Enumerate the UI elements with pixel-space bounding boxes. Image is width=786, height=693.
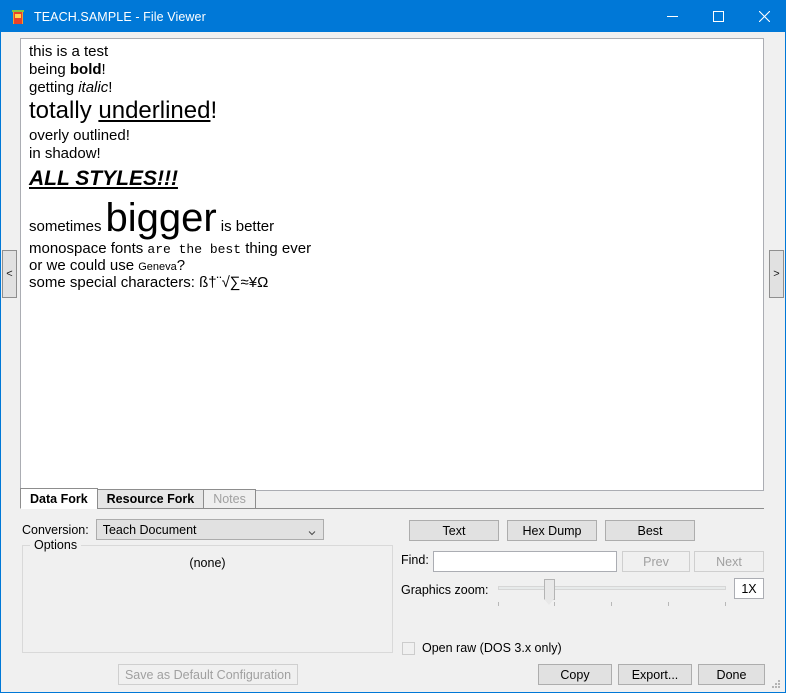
text-button[interactable]: Text <box>409 520 499 541</box>
tab-resource-fork[interactable]: Resource Fork <box>96 489 205 509</box>
doc-line-10: or we could use Geneva? <box>29 258 755 273</box>
doc-line-8-suffix: is better <box>220 218 275 235</box>
graphics-zoom-slider[interactable] <box>498 577 726 606</box>
slider-track <box>498 586 726 590</box>
prev-file-button[interactable]: < <box>2 250 17 298</box>
window-title: TEACH.SAMPLE - File Viewer <box>34 9 206 24</box>
find-label: Find: <box>401 553 429 567</box>
file-viewer-window: TEACH.SAMPLE - File Viewer this is a tes… <box>0 0 786 693</box>
doc-line-6: in shadow! <box>29 145 101 162</box>
doc-line-3-italic: italic <box>78 79 109 96</box>
window-controls <box>649 1 785 32</box>
doc-line-7: ALL STYLES!!! <box>29 167 178 190</box>
document-viewer: this is a test being bold! getting itali… <box>20 38 764 491</box>
slider-thumb[interactable] <box>544 579 555 605</box>
conversion-value: Teach Document <box>102 522 197 537</box>
maximize-icon[interactable] <box>695 1 741 32</box>
close-icon[interactable] <box>741 1 785 32</box>
minimize-icon[interactable] <box>649 1 695 32</box>
doc-line-3-suffix: ! <box>108 79 113 96</box>
open-raw-row[interactable]: Open raw (DOS 3.x only) <box>402 641 562 655</box>
chevron-down-icon <box>308 526 316 535</box>
tab-data-fork[interactable]: Data Fork <box>20 488 98 509</box>
tab-notes[interactable]: Notes <box>203 489 256 509</box>
slider-ticks <box>498 602 726 606</box>
find-next-button[interactable]: Next <box>694 551 764 572</box>
doc-line-2: being bold! <box>29 62 755 77</box>
doc-line-3: getting italic! <box>29 80 755 95</box>
fork-tabs: Data Fork Resource Fork Notes <box>20 488 764 509</box>
doc-line-10-suffix: ? <box>176 257 186 274</box>
find-input[interactable] <box>433 551 617 572</box>
doc-line-5: overly outlined! <box>29 127 130 144</box>
graphics-zoom-label: Graphics zoom: <box>401 583 489 597</box>
doc-line-2-prefix: being <box>29 61 70 78</box>
copy-button[interactable]: Copy <box>538 664 612 685</box>
conversion-select[interactable]: Teach Document <box>95 519 324 540</box>
doc-line-8-prefix: sometimes <box>29 218 102 235</box>
doc-line-4-underline: underlined <box>98 97 211 124</box>
doc-line-9-prefix: monospace fonts <box>29 240 148 257</box>
client-area: this is a test being bold! getting itali… <box>1 32 785 692</box>
doc-line-10-geneva: Geneva <box>138 261 177 273</box>
options-content: (none) <box>189 556 226 570</box>
doc-line-2-suffix: ! <box>101 61 106 78</box>
conversion-label: Conversion: <box>22 522 89 537</box>
options-legend: Options <box>30 538 82 552</box>
doc-line-8-big: bigger <box>105 196 217 240</box>
next-file-button[interactable]: > <box>769 250 784 298</box>
conversion-row: Conversion: Teach Document <box>22 519 324 540</box>
doc-line-8: sometimes bigger is better <box>29 196 755 240</box>
document-content: this is a test being bold! getting itali… <box>21 39 763 290</box>
find-prev-button[interactable]: Prev <box>622 551 690 572</box>
doc-line-11: some special characters: ß†¨√∑≈¥Ω <box>29 274 269 291</box>
save-default-configuration-button[interactable]: Save as Default Configuration <box>118 664 298 685</box>
done-button[interactable]: Done <box>698 664 765 685</box>
doc-line-2-bold: bold <box>69 61 102 78</box>
resize-grip[interactable] <box>770 678 782 690</box>
doc-line-4-prefix: totally <box>29 97 99 124</box>
doc-line-9-mono: are the best <box>147 242 242 257</box>
doc-line-4: totally underlined! <box>29 99 755 123</box>
hex-dump-button[interactable]: Hex Dump <box>507 520 597 541</box>
doc-line-1: this is a test <box>29 43 109 60</box>
doc-line-4-suffix: ! <box>210 97 218 124</box>
doc-line-9: monospace fonts are the best thing ever <box>29 241 755 256</box>
doc-line-3-prefix: getting <box>29 79 79 96</box>
doc-line-10-prefix: or we could use <box>29 257 139 274</box>
export-button[interactable]: Export... <box>618 664 692 685</box>
title-bar: TEACH.SAMPLE - File Viewer <box>1 1 785 32</box>
doc-line-9-suffix: thing ever <box>241 240 312 257</box>
graphics-zoom-value: 1X <box>734 578 764 599</box>
best-button[interactable]: Best <box>605 520 695 541</box>
app-icon <box>10 9 26 25</box>
open-raw-label: Open raw (DOS 3.x only) <box>422 641 562 655</box>
open-raw-checkbox[interactable] <box>402 641 415 655</box>
